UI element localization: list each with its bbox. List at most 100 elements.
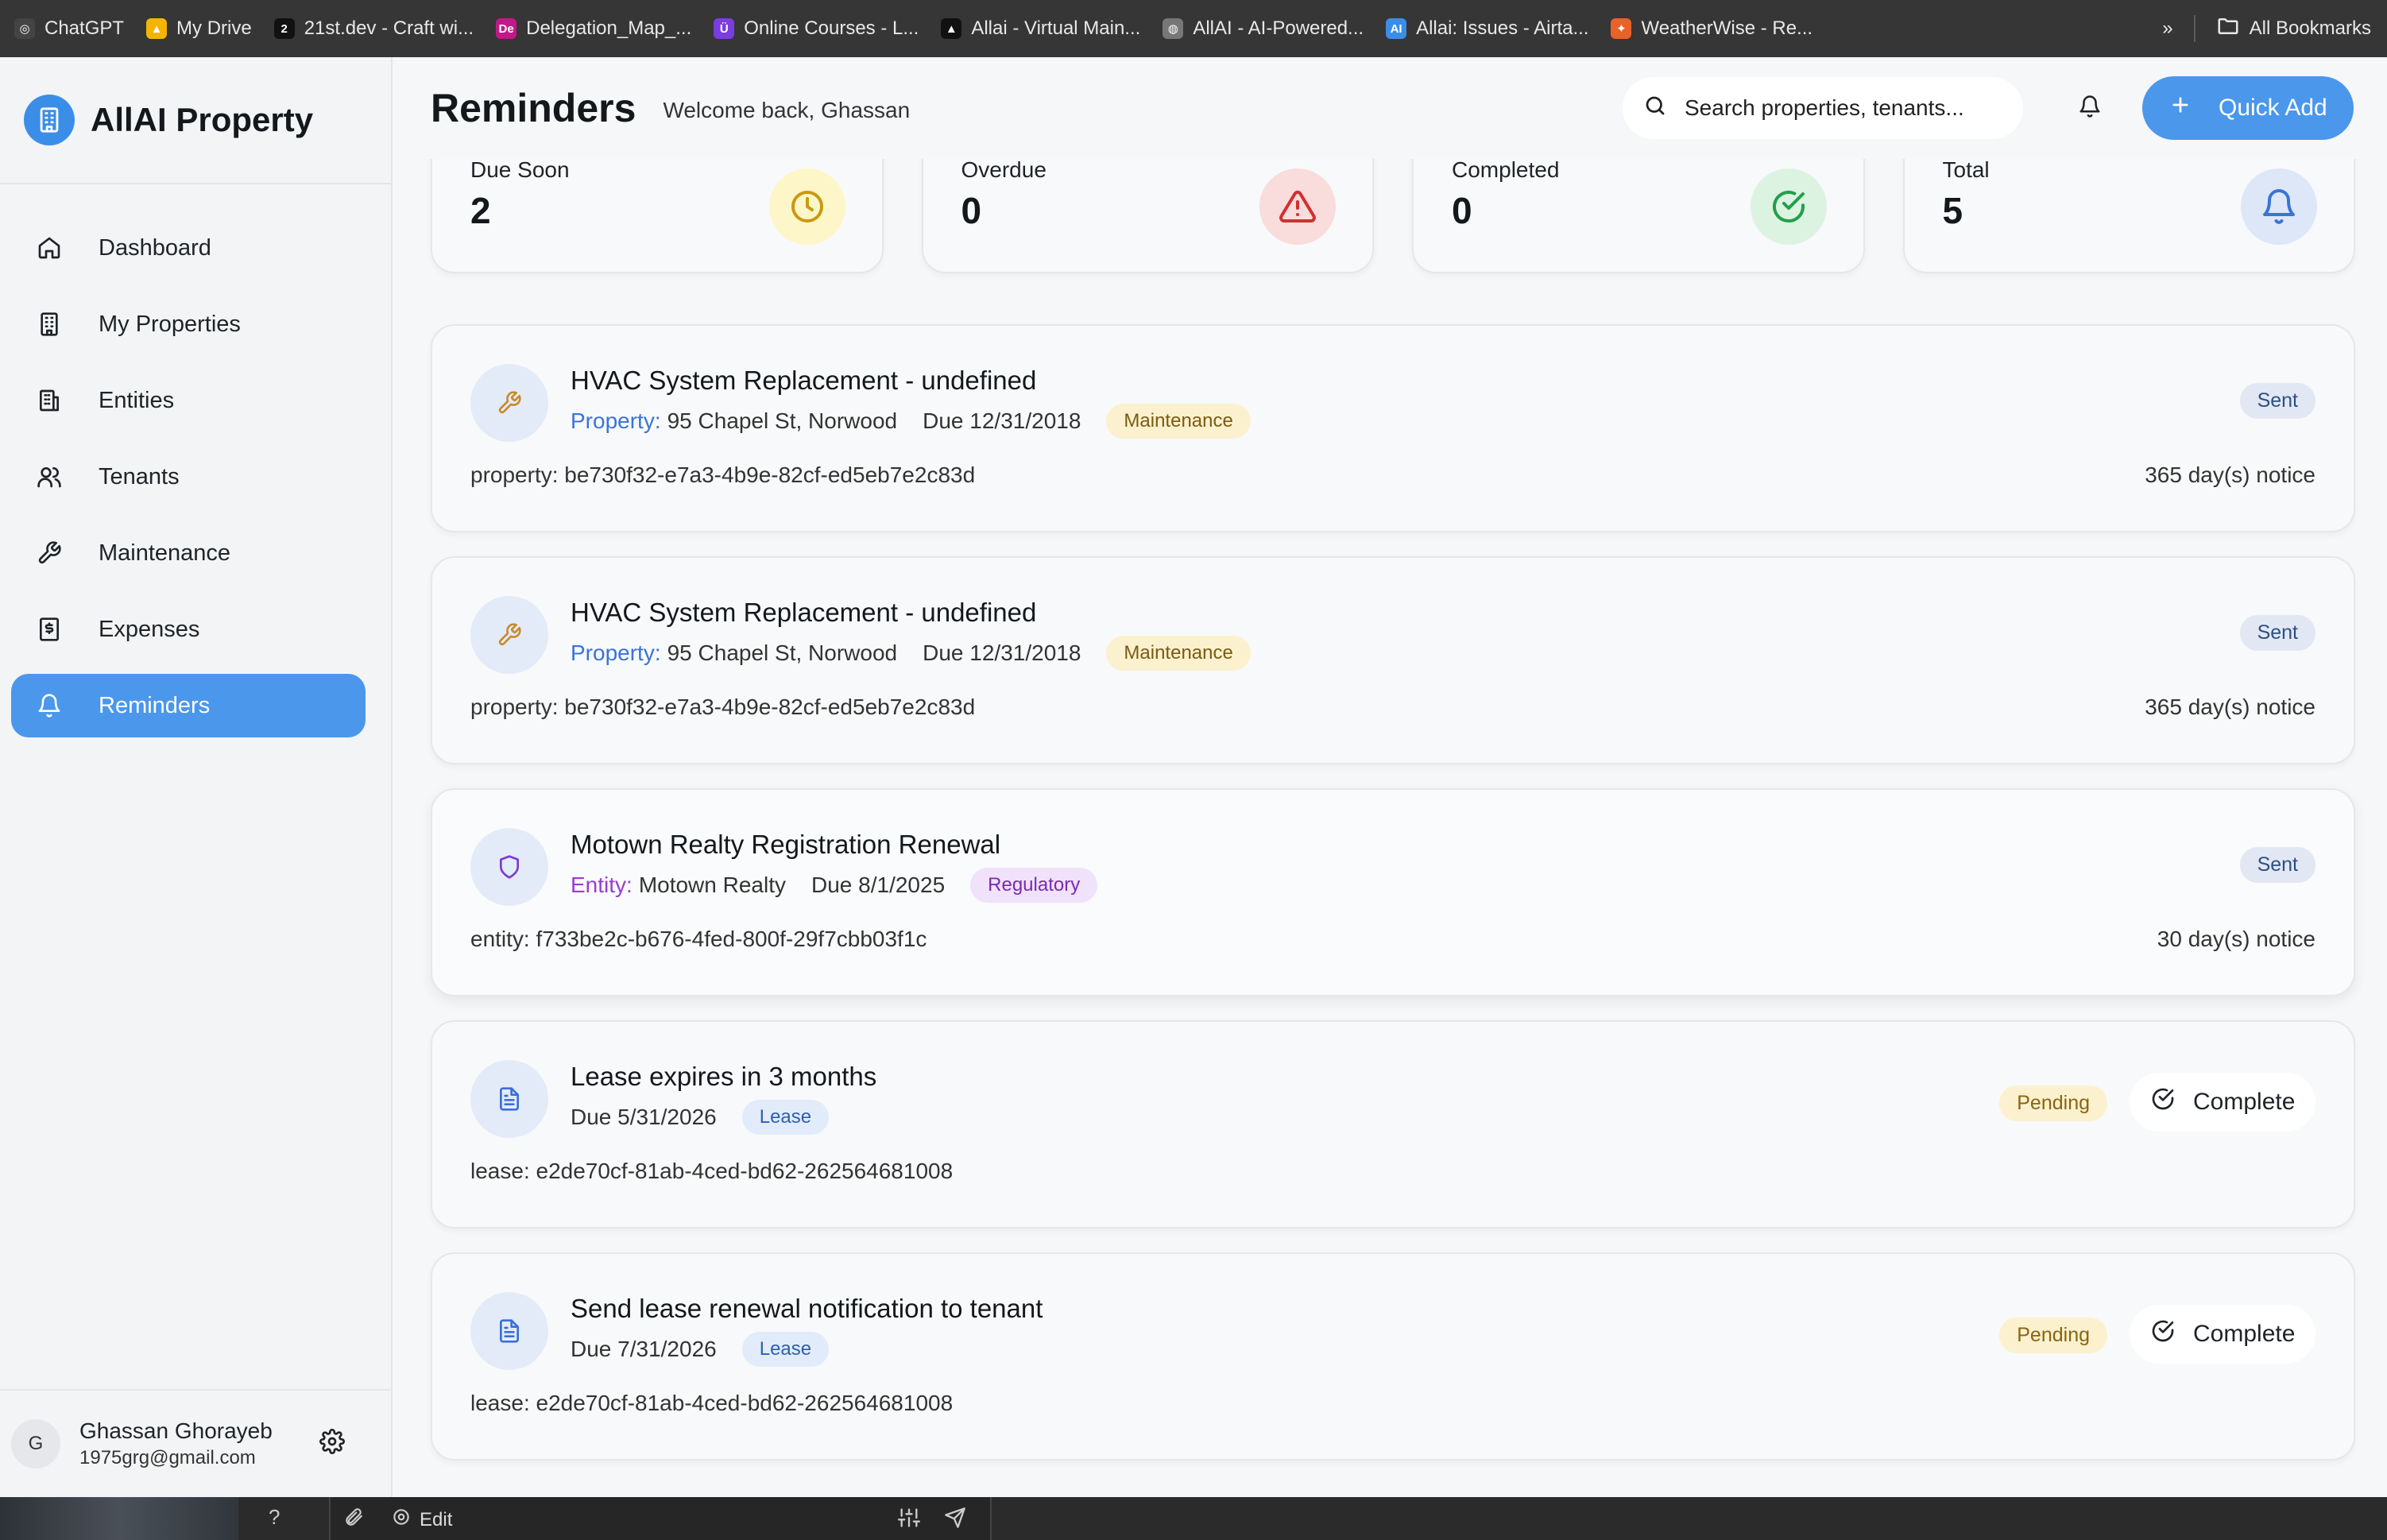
help-text: ?	[269, 1505, 280, 1529]
bookmark-label: ChatGPT	[44, 17, 125, 39]
reminder-card[interactable]: Lease expires in 3 months Due 5/31/2026 Le…	[431, 1020, 2355, 1229]
shield-icon	[470, 828, 548, 906]
bookmark-item[interactable]: ▲ My Drive	[138, 0, 266, 57]
complete-label: Complete	[2193, 1089, 2296, 1115]
sidebar-item-my-properties[interactable]: My Properties	[11, 292, 366, 356]
reminder-detail: property: be730f32-e7a3-4b9e-82cf-ed5eb7…	[470, 695, 976, 719]
all-bookmarks-button[interactable]: All Bookmarks	[2216, 0, 2371, 57]
sidebar-item-reminders[interactable]: Reminders	[11, 674, 366, 737]
stat-value: 2	[470, 190, 491, 231]
stats-row: Due Soon 2 Overdue 0 Completed 0 Total 5	[431, 159, 2355, 273]
reminder-reference[interactable]: Entity: Motown Realty	[571, 873, 786, 898]
reference-value: 95 Chapel St, Norwood	[667, 408, 898, 433]
sidebar-item-entities[interactable]: Entities	[11, 369, 366, 432]
folder-icon	[2216, 14, 2240, 44]
sliders-icon[interactable]	[898, 1507, 920, 1533]
bookmarks-right: » All Bookmarks	[2162, 0, 2371, 57]
category-badge: Regulatory	[970, 868, 1098, 903]
brand[interactable]: AllAI Property	[0, 57, 391, 184]
reminder-card[interactable]: Send lease renewal notification to tenan…	[431, 1252, 2355, 1461]
user-profile[interactable]: G Ghassan Ghorayeb 1975grg@gmail.com	[0, 1389, 391, 1497]
bookmark-item[interactable]: ◎ ChatGPT	[6, 0, 138, 57]
reminder-meta: Due 7/31/2026 Lease	[571, 1332, 830, 1367]
bookmark-item[interactable]: AI Allai: Issues - Airta...	[1378, 0, 1603, 57]
category-badge: Maintenance	[1106, 404, 1251, 439]
reminder-list: HVAC System Replacement - undefined Prope…	[431, 324, 2355, 1484]
status-badge: Pending	[1999, 1085, 2107, 1121]
bookmark-label: Delegation_Map_...	[526, 17, 692, 39]
reminder-title: Send lease renewal notification to tenan…	[571, 1294, 1043, 1323]
bookmark-item[interactable]: 2 21st.dev - Craft wi...	[266, 0, 488, 57]
chatgpt-icon: ◎	[14, 18, 35, 39]
sidebar-item-expenses[interactable]: Expenses	[11, 598, 366, 661]
reminder-card[interactable]: HVAC System Replacement - undefined Prope…	[431, 324, 2355, 532]
sidebar-item-maintenance[interactable]: Maintenance	[11, 521, 366, 585]
notice-period: 365 day(s) notice	[2145, 462, 2315, 487]
avatar: G	[11, 1419, 60, 1468]
bookmark-label: Allai: Issues - Airta...	[1416, 17, 1589, 39]
bookmark-item[interactable]: ✦ WeatherWise - Re...	[1603, 0, 1827, 57]
stat-label: Completed	[1452, 159, 1560, 182]
user-email: 1975grg@gmail.com	[79, 1447, 256, 1468]
stat-value: 0	[1452, 190, 1472, 231]
quick-add-button[interactable]: Quick Add	[2142, 76, 2354, 140]
status-badge: Sent	[2239, 847, 2315, 883]
notifications-button[interactable]	[2069, 87, 2110, 129]
users-icon	[35, 462, 64, 491]
category-badge: Lease	[741, 1100, 830, 1135]
wrench-icon	[470, 364, 548, 442]
paperclip-icon[interactable]	[343, 1507, 364, 1531]
sidebar-nav: Dashboard My Properties Entities Tenants Mai…	[0, 184, 391, 737]
search-input[interactable]: Search properties, tenants...	[1623, 77, 2023, 139]
reminder-reference[interactable]: Property: 95 Chapel St, Norwood	[571, 640, 897, 666]
sidebar-item-tenants[interactable]: Tenants	[11, 445, 366, 509]
bookmarks-overflow-button[interactable]: »	[2162, 17, 2172, 40]
edit-button[interactable]: Edit	[391, 1507, 452, 1533]
bookmark-item[interactable]: ▲ Allai - Virtual Main...	[933, 0, 1155, 57]
bell-icon	[35, 691, 64, 720]
allai-virtual-icon: ▲	[941, 18, 962, 39]
reminder-card[interactable]: Motown Realty Registration Renewal Entity…	[431, 788, 2355, 996]
brand-title: AllAI Property	[91, 101, 314, 138]
due-date: Due 5/31/2026	[571, 1105, 717, 1129]
reminder-meta: Property: 95 Chapel St, Norwood Due 12/31/…	[571, 636, 1251, 671]
21st-dev-icon: 2	[273, 18, 295, 39]
document-icon	[470, 1060, 548, 1138]
bookmark-item[interactable]: De Delegation_Map_...	[488, 0, 706, 57]
reminder-title: HVAC System Replacement - undefined	[571, 598, 1037, 627]
bookmark-item[interactable]: ◍ AllAI - AI-Powered...	[1155, 0, 1378, 57]
complete-button[interactable]: Complete	[2130, 1305, 2315, 1364]
send-icon[interactable]	[944, 1507, 966, 1533]
bookmark-label: Online Courses - L...	[744, 17, 919, 39]
notice-period: 365 day(s) notice	[2145, 695, 2315, 719]
category-badge: Maintenance	[1106, 636, 1251, 671]
warning-icon	[1259, 168, 1336, 245]
reminder-card[interactable]: HVAC System Replacement - undefined Prope…	[431, 556, 2355, 764]
page-title: Reminders	[431, 86, 636, 130]
reminder-meta: Property: 95 Chapel St, Norwood Due 12/31/…	[571, 404, 1251, 439]
reminder-reference[interactable]: Property: 95 Chapel St, Norwood	[571, 408, 897, 434]
building-icon	[35, 310, 64, 339]
reminder-title: Motown Realty Registration Renewal	[571, 830, 1001, 859]
sidebar-item-label: Reminders	[99, 692, 211, 718]
reminder-meta: Due 5/31/2026 Lease	[571, 1100, 830, 1135]
all-bookmarks-label: All Bookmarks	[2249, 17, 2371, 39]
complete-button[interactable]: Complete	[2130, 1073, 2315, 1132]
reminder-detail: property: be730f32-e7a3-4b9e-82cf-ed5eb7…	[470, 462, 976, 487]
weatherwise-icon: ✦	[1611, 18, 1632, 39]
delegation-icon: De	[496, 18, 517, 39]
separator	[2193, 15, 2195, 42]
entities-icon	[35, 386, 64, 415]
check-circle-icon	[2150, 1318, 2176, 1350]
stat-card: Completed 0	[1412, 159, 1865, 273]
sidebar-item-label: Tenants	[99, 463, 180, 489]
reference-key: Entity:	[571, 873, 633, 897]
sidebar-item-dashboard[interactable]: Dashboard	[11, 216, 366, 280]
bookmark-item[interactable]: Ü Online Courses - L...	[706, 0, 933, 57]
bookmark-label: 21st.dev - Craft wi...	[304, 17, 474, 39]
bell-icon	[2241, 168, 2317, 245]
reminder-meta: Entity: Motown Realty Due 8/1/2025 Regulato…	[571, 868, 1098, 903]
gear-icon[interactable]	[319, 1429, 348, 1457]
reminder-detail: lease: e2de70cf-81ab-4ced-bd62-262564681…	[470, 1391, 954, 1415]
search-icon	[1643, 94, 1667, 123]
